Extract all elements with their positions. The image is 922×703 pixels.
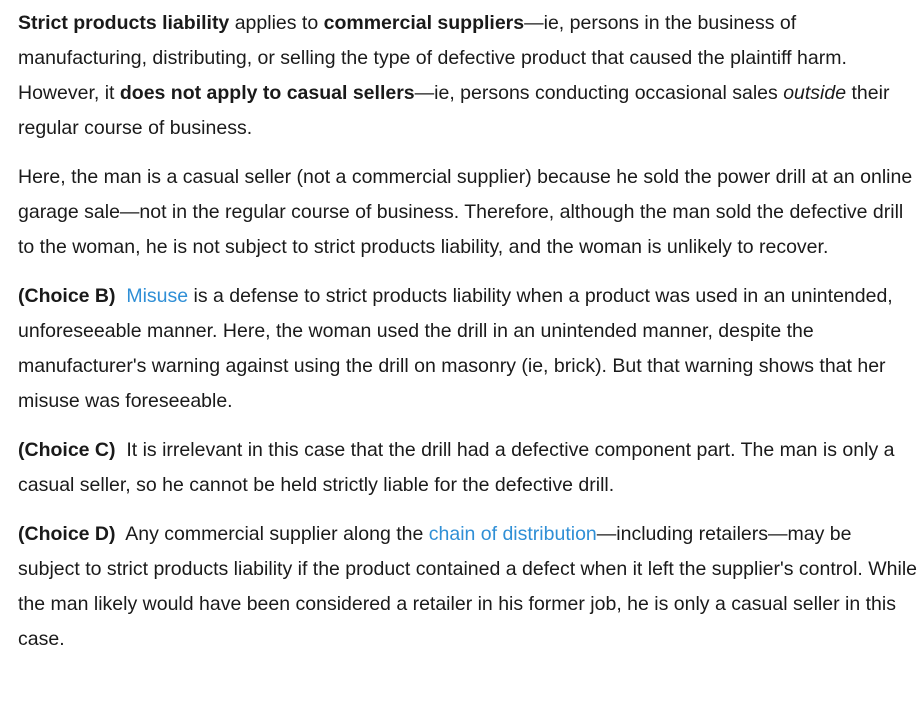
term-commercial-suppliers: commercial suppliers xyxy=(323,12,525,34)
misuse-link[interactable]: Misuse xyxy=(126,285,188,307)
paragraph-application: Here, the man is a casual seller (not a … xyxy=(18,166,913,258)
choice-c-label: (Choice C) xyxy=(18,439,116,461)
chain-of-distribution-link[interactable]: chain of distribution xyxy=(429,523,597,545)
choice-d-label: (Choice D) xyxy=(18,523,116,545)
paragraph-choice-b: (Choice B) Misuse is a defense to strict… xyxy=(18,279,918,419)
term-strict-products-liability: Strict products liability xyxy=(18,12,230,34)
paragraph-choice-c: (Choice C) It is irrelevant in this case… xyxy=(18,433,918,503)
emphasis-outside: outside xyxy=(783,82,847,104)
explanation-content: Strict products liability applies to com… xyxy=(18,6,918,671)
text-span: applies to xyxy=(229,12,324,34)
term-casual-sellers: does not apply to casual sellers xyxy=(119,82,415,104)
text-span: Any commercial supplier along the xyxy=(125,523,429,545)
paragraph-choice-d: (Choice D) Any commercial supplier along… xyxy=(18,517,918,657)
choice-b-label: (Choice B) xyxy=(18,285,116,307)
text-span: It is irrelevant in this case that the d… xyxy=(18,439,895,496)
text-span: —ie, persons conducting occasional sales xyxy=(414,82,784,104)
paragraph-rule: Strict products liability applies to com… xyxy=(18,6,918,146)
